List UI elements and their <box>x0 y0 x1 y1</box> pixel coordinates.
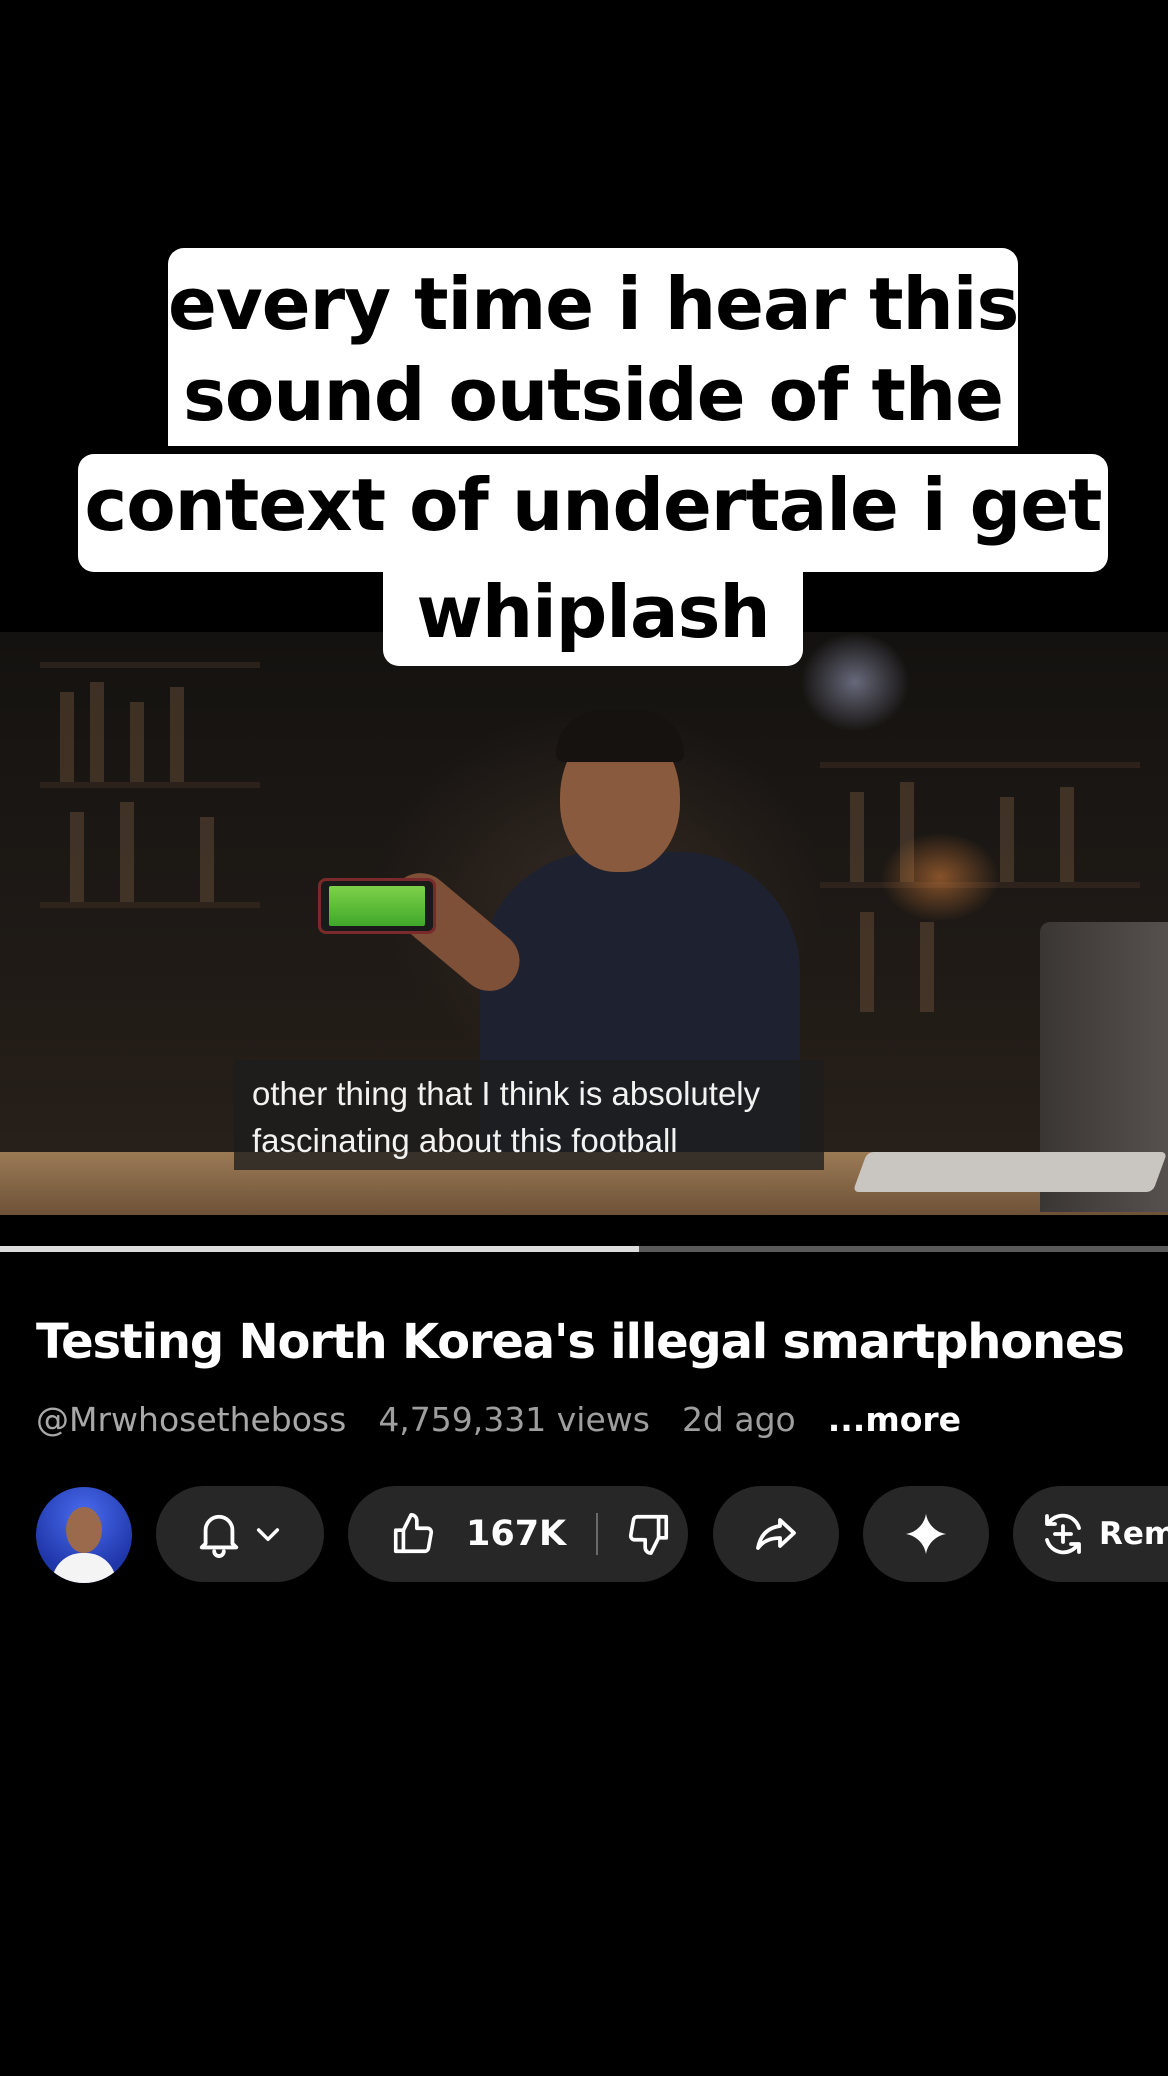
more-link[interactable]: ...more <box>828 1400 961 1439</box>
action-row: 167K Rem <box>0 1486 1168 1584</box>
remix-button[interactable]: Remi <box>1013 1486 1168 1582</box>
like-dislike-group: 167K <box>348 1486 688 1582</box>
lamp-light <box>800 632 910 732</box>
book <box>200 817 214 902</box>
thumbs-up-icon[interactable] <box>390 1511 436 1557</box>
book <box>130 702 144 782</box>
book <box>90 682 104 782</box>
book <box>1060 787 1074 882</box>
sparkle-icon <box>904 1512 948 1556</box>
avatar-face <box>66 1507 102 1553</box>
book <box>170 687 184 782</box>
bookshelf <box>820 762 1140 768</box>
smartphone-prop <box>318 878 436 934</box>
subscription-bell-button[interactable] <box>156 1486 324 1582</box>
channel-handle[interactable]: @Mrwhosetheboss <box>36 1400 346 1439</box>
video-title[interactable]: Testing North Korea's illegal smartphone… <box>36 1314 1156 1370</box>
view-count: 4,759,331 views <box>378 1400 650 1439</box>
book <box>850 792 864 882</box>
closed-captions: other thing that I think is absolutely f… <box>234 1060 824 1170</box>
book <box>70 812 84 902</box>
caption-text-line-1: other thing that I think is absolutely <box>252 1075 761 1112</box>
progress-bar[interactable] <box>0 1246 1168 1252</box>
presenter-hair <box>556 710 684 762</box>
caption-line-1: every time i hear this <box>168 248 1019 352</box>
warm-light <box>880 832 1000 922</box>
phone-screen <box>329 886 425 926</box>
caption-line-3: context of undertale i get <box>78 454 1108 572</box>
book <box>920 922 934 1012</box>
share-icon <box>752 1510 800 1558</box>
caption-text-line-2: fascinating about this football <box>252 1122 678 1159</box>
upload-age: 2d ago <box>681 1400 796 1439</box>
channel-avatar[interactable] <box>36 1487 132 1583</box>
progress-fill <box>0 1246 639 1252</box>
ask-ai-button[interactable] <box>863 1486 989 1582</box>
remix-label: Remi <box>1099 1516 1168 1552</box>
like-divider <box>596 1513 599 1555</box>
remix-icon <box>1039 1510 1087 1558</box>
book <box>1000 797 1014 882</box>
bookshelf <box>40 782 260 788</box>
share-button[interactable] <box>713 1486 839 1582</box>
book <box>60 692 74 782</box>
avatar-shirt <box>52 1553 116 1583</box>
thumbs-down-icon[interactable] <box>626 1511 672 1557</box>
like-count: 167K <box>466 1514 567 1554</box>
book <box>860 912 874 1012</box>
video-meta: @Mrwhosetheboss 4,759,331 views 2d ago .… <box>36 1400 961 1439</box>
bookshelf <box>40 662 260 668</box>
bookshelf <box>40 902 260 908</box>
caption-line-2: sound outside of the <box>168 346 1018 446</box>
laptop-base <box>852 1152 1168 1192</box>
chevron-down-icon <box>252 1518 284 1550</box>
book <box>120 802 134 902</box>
bell-icon <box>196 1509 242 1559</box>
video-player[interactable]: other thing that I think is absolutely f… <box>0 632 1168 1215</box>
caption-line-4: whiplash <box>383 566 803 666</box>
